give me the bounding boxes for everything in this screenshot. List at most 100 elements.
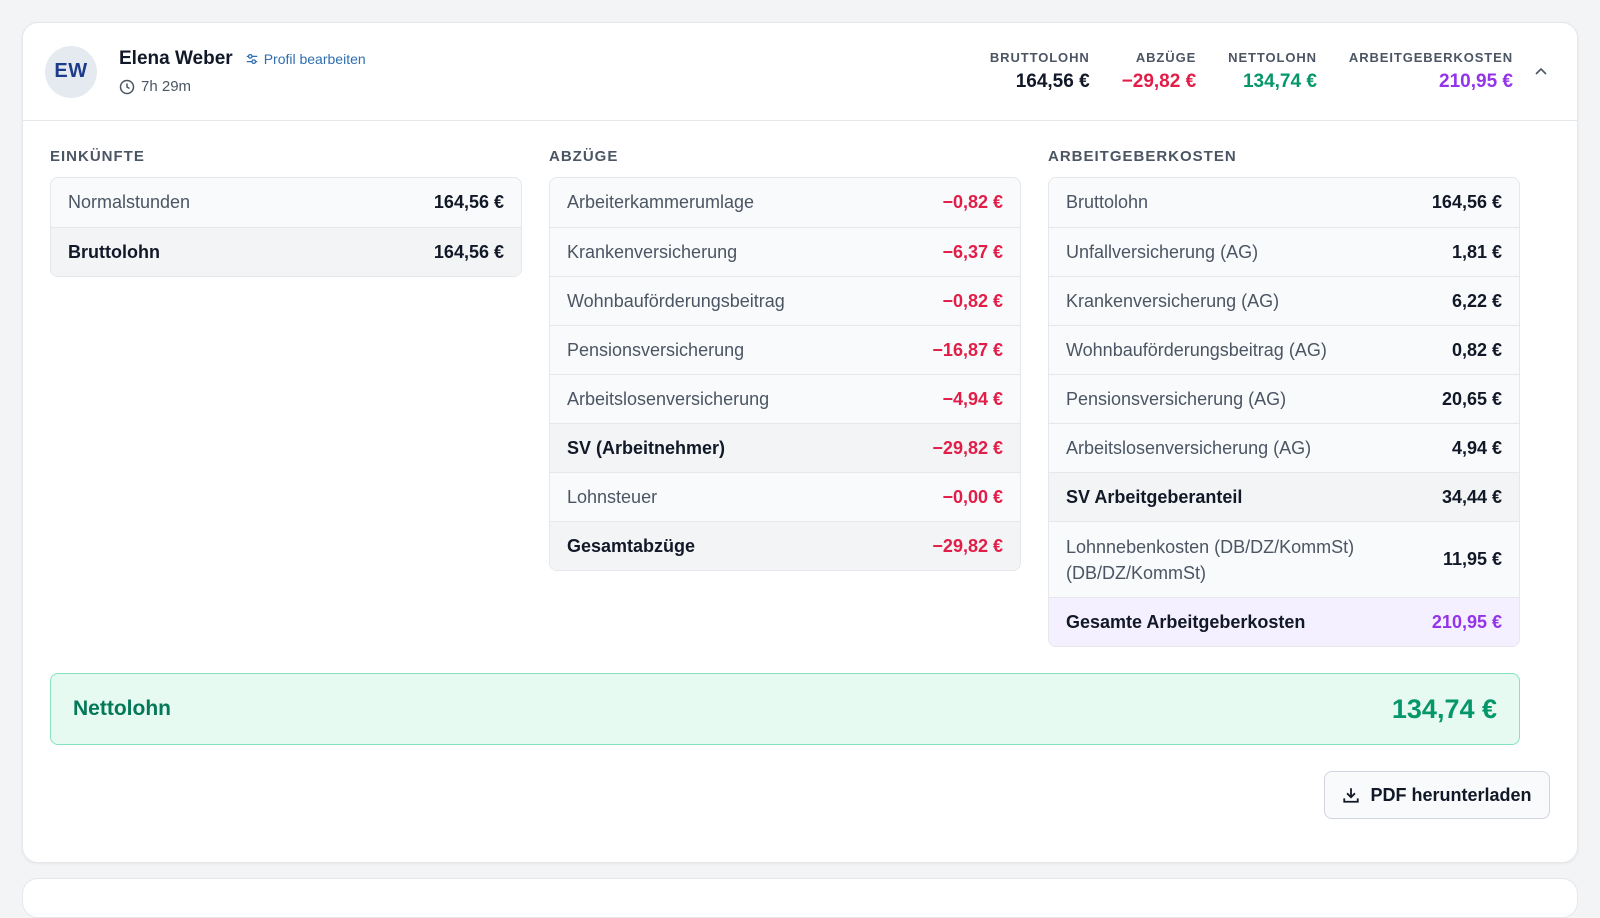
summary-deductions-label: ABZÜGE: [1135, 50, 1197, 65]
employer-table: Bruttolohn 164,56 € Unfallversicherung (…: [1048, 177, 1520, 647]
row-value: 164,56 €: [433, 241, 504, 262]
row-value: −0,82 €: [942, 290, 1003, 311]
table-row: Arbeitslosenversicherung (AG) 4,94 €: [1049, 423, 1519, 472]
table-row: Lohnsteuer −0,00 €: [550, 472, 1020, 521]
table-row-total: Gesamte Arbeitgeberkosten 210,95 €: [1049, 597, 1519, 646]
summary-net-label: NETTOLOHN: [1228, 50, 1317, 65]
download-pdf-button[interactable]: PDF herunterladen: [1324, 771, 1550, 819]
row-value: 1,81 €: [1451, 241, 1502, 262]
income-table: Normalstunden 164,56 € Bruttolohn 164,56…: [50, 177, 522, 277]
row-label: Bruttolohn: [1066, 192, 1149, 212]
summary-deductions: ABZÜGE −29,82 €: [1122, 50, 1197, 93]
row-label: Gesamtabzüge: [567, 535, 696, 556]
table-row: Lohnnebenkosten (DB/DZ/KommSt) (DB/DZ/Ko…: [1049, 521, 1519, 597]
row-label: Wohnbauförderungsbeitrag: [567, 290, 785, 311]
employee-info: Elena Weber Profil bearbeiten 7h 29m: [119, 48, 366, 95]
table-row: Normalstunden 164,56 €: [51, 178, 521, 227]
table-row: Pensionsversicherung −16,87 €: [550, 325, 1020, 374]
summary-employer-label: ARBEITGEBERKOSTEN: [1348, 50, 1513, 65]
breakdown-columns: EINKÜNFTE Normalstunden 164,56 € Bruttol…: [50, 147, 1520, 647]
table-row: Arbeiterkammerumlage −0,82 €: [550, 178, 1020, 227]
table-row: Arbeitslosenversicherung −4,94 €: [550, 374, 1020, 423]
row-label: Arbeitslosenversicherung: [567, 388, 770, 409]
summary-gross-value: 164,56 €: [1015, 71, 1090, 92]
table-row-subtotal: SV (Arbeitnehmer) −29,82 €: [550, 423, 1020, 472]
row-label: Unfallversicherung (AG): [1066, 241, 1259, 262]
row-label: Normalstunden: [68, 192, 191, 212]
row-label: SV (Arbeitnehmer): [567, 437, 726, 458]
row-value: −0,00 €: [942, 486, 1003, 507]
edit-profile-link[interactable]: Profil bearbeiten: [245, 51, 366, 67]
summary-net: NETTOLOHN 134,74 €: [1228, 50, 1317, 93]
row-value: 210,95 €: [1431, 611, 1502, 632]
net-pay-banner: Nettolohn 134,74 €: [50, 673, 1520, 745]
table-row: Pensionsversicherung (AG) 20,65 €: [1049, 374, 1519, 423]
summary-net-value: 134,74 €: [1242, 71, 1317, 92]
income-column: EINKÜNFTE Normalstunden 164,56 € Bruttol…: [50, 147, 522, 647]
table-row: Wohnbauförderungsbeitrag (AG) 0,82 €: [1049, 325, 1519, 374]
avatar: EW: [45, 45, 97, 98]
row-value: 4,94 €: [1451, 437, 1502, 458]
download-pdf-label[interactable]: PDF herunterladen: [1370, 785, 1531, 806]
employee-name: Elena Weber: [119, 48, 233, 69]
row-value: 164,56 €: [1431, 192, 1502, 212]
net-pay-label: Nettolohn: [73, 697, 171, 720]
row-label: Arbeiterkammerumlage: [567, 192, 755, 212]
row-value: 34,44 €: [1441, 486, 1502, 507]
income-title: EINKÜNFTE: [50, 148, 145, 165]
summary-employer-costs: ARBEITGEBERKOSTEN 210,95 €: [1349, 50, 1513, 93]
employer-column: ARBEITGEBERKOSTEN Bruttolohn 164,56 € Un…: [1048, 147, 1520, 647]
chevron-up-icon: [1535, 67, 1547, 75]
row-value: −4,94 €: [942, 388, 1003, 409]
table-row: Krankenversicherung (AG) 6,22 €: [1049, 276, 1519, 325]
summary-gross-label: BRUTTOLOHN: [989, 50, 1090, 65]
row-value: 6,22 €: [1451, 290, 1502, 311]
clock-icon: [119, 79, 135, 94]
table-row: Bruttolohn 164,56 €: [1049, 178, 1519, 227]
row-label: Lohnsteuer: [567, 486, 658, 507]
table-row-subtotal: SV Arbeitgeberanteil 34,44 €: [1049, 472, 1519, 521]
row-value: −16,87 €: [932, 339, 1003, 360]
row-label: SV Arbeitgeberanteil: [1066, 486, 1243, 507]
row-label: Bruttolohn: [68, 241, 160, 262]
table-row: Unfallversicherung (AG) 1,81 €: [1049, 227, 1519, 276]
row-value: 20,65 €: [1441, 388, 1502, 409]
row-value: −29,82 €: [932, 535, 1003, 556]
row-label: Lohnnebenkosten (DB/DZ/KommSt) (DB/DZ/Ko…: [1066, 536, 1355, 583]
row-value: 0,82 €: [1451, 339, 1502, 360]
net-pay-value: 134,74 €: [1391, 693, 1497, 724]
payslip-card: EW Elena Weber Profil bearbeiten 7h 29m: [22, 22, 1578, 863]
edit-profile-label[interactable]: Profil bearbeiten: [264, 51, 366, 67]
row-value: −6,37 €: [942, 241, 1003, 262]
employer-title: ARBEITGEBERKOSTEN: [1048, 148, 1237, 165]
summary-deductions-value: −29,82 €: [1121, 71, 1197, 92]
summary-gross: BRUTTOLOHN 164,56 €: [990, 50, 1090, 93]
row-label: Arbeitslosenversicherung (AG): [1066, 437, 1312, 458]
summary-totals: BRUTTOLOHN 164,56 € ABZÜGE −29,82 € NETT…: [990, 50, 1513, 93]
download-icon: [1343, 788, 1360, 803]
hours-value: 7h 29m: [141, 78, 192, 95]
row-label: Gesamte Arbeitgeberkosten: [1066, 611, 1306, 632]
row-label: Pensionsversicherung (AG): [1066, 388, 1287, 409]
row-value: 164,56 €: [433, 192, 504, 212]
collapse-button[interactable]: [1527, 58, 1555, 86]
deductions-column: ABZÜGE Arbeiterkammerumlage −0,82 € Kran…: [549, 147, 1021, 647]
row-value: 11,95 €: [1442, 549, 1502, 569]
table-row-total: Gesamtabzüge −29,82 €: [550, 521, 1020, 570]
row-label: Krankenversicherung (AG): [1066, 290, 1280, 311]
employee-header[interactable]: EW Elena Weber Profil bearbeiten 7h 29m: [23, 23, 1577, 121]
row-label: Wohnbauförderungsbeitrag (AG): [1066, 339, 1327, 360]
row-value: −29,82 €: [932, 437, 1003, 458]
next-employee-card[interactable]: [22, 878, 1578, 918]
row-label: Krankenversicherung: [567, 241, 738, 262]
summary-employer-value: 210,95 €: [1439, 71, 1513, 92]
row-label: Pensionsversicherung: [567, 339, 745, 360]
table-row: Krankenversicherung −6,37 €: [550, 227, 1020, 276]
deductions-table: Arbeiterkammerumlage −0,82 € Krankenvers…: [549, 177, 1021, 571]
row-value: −0,82 €: [942, 192, 1003, 212]
worked-hours: 7h 29m: [119, 78, 366, 95]
sliders-icon: [246, 53, 257, 65]
table-row: Wohnbauförderungsbeitrag −0,82 €: [550, 276, 1020, 325]
deductions-title: ABZÜGE: [549, 148, 619, 165]
table-row-total: Bruttolohn 164,56 €: [51, 227, 521, 276]
